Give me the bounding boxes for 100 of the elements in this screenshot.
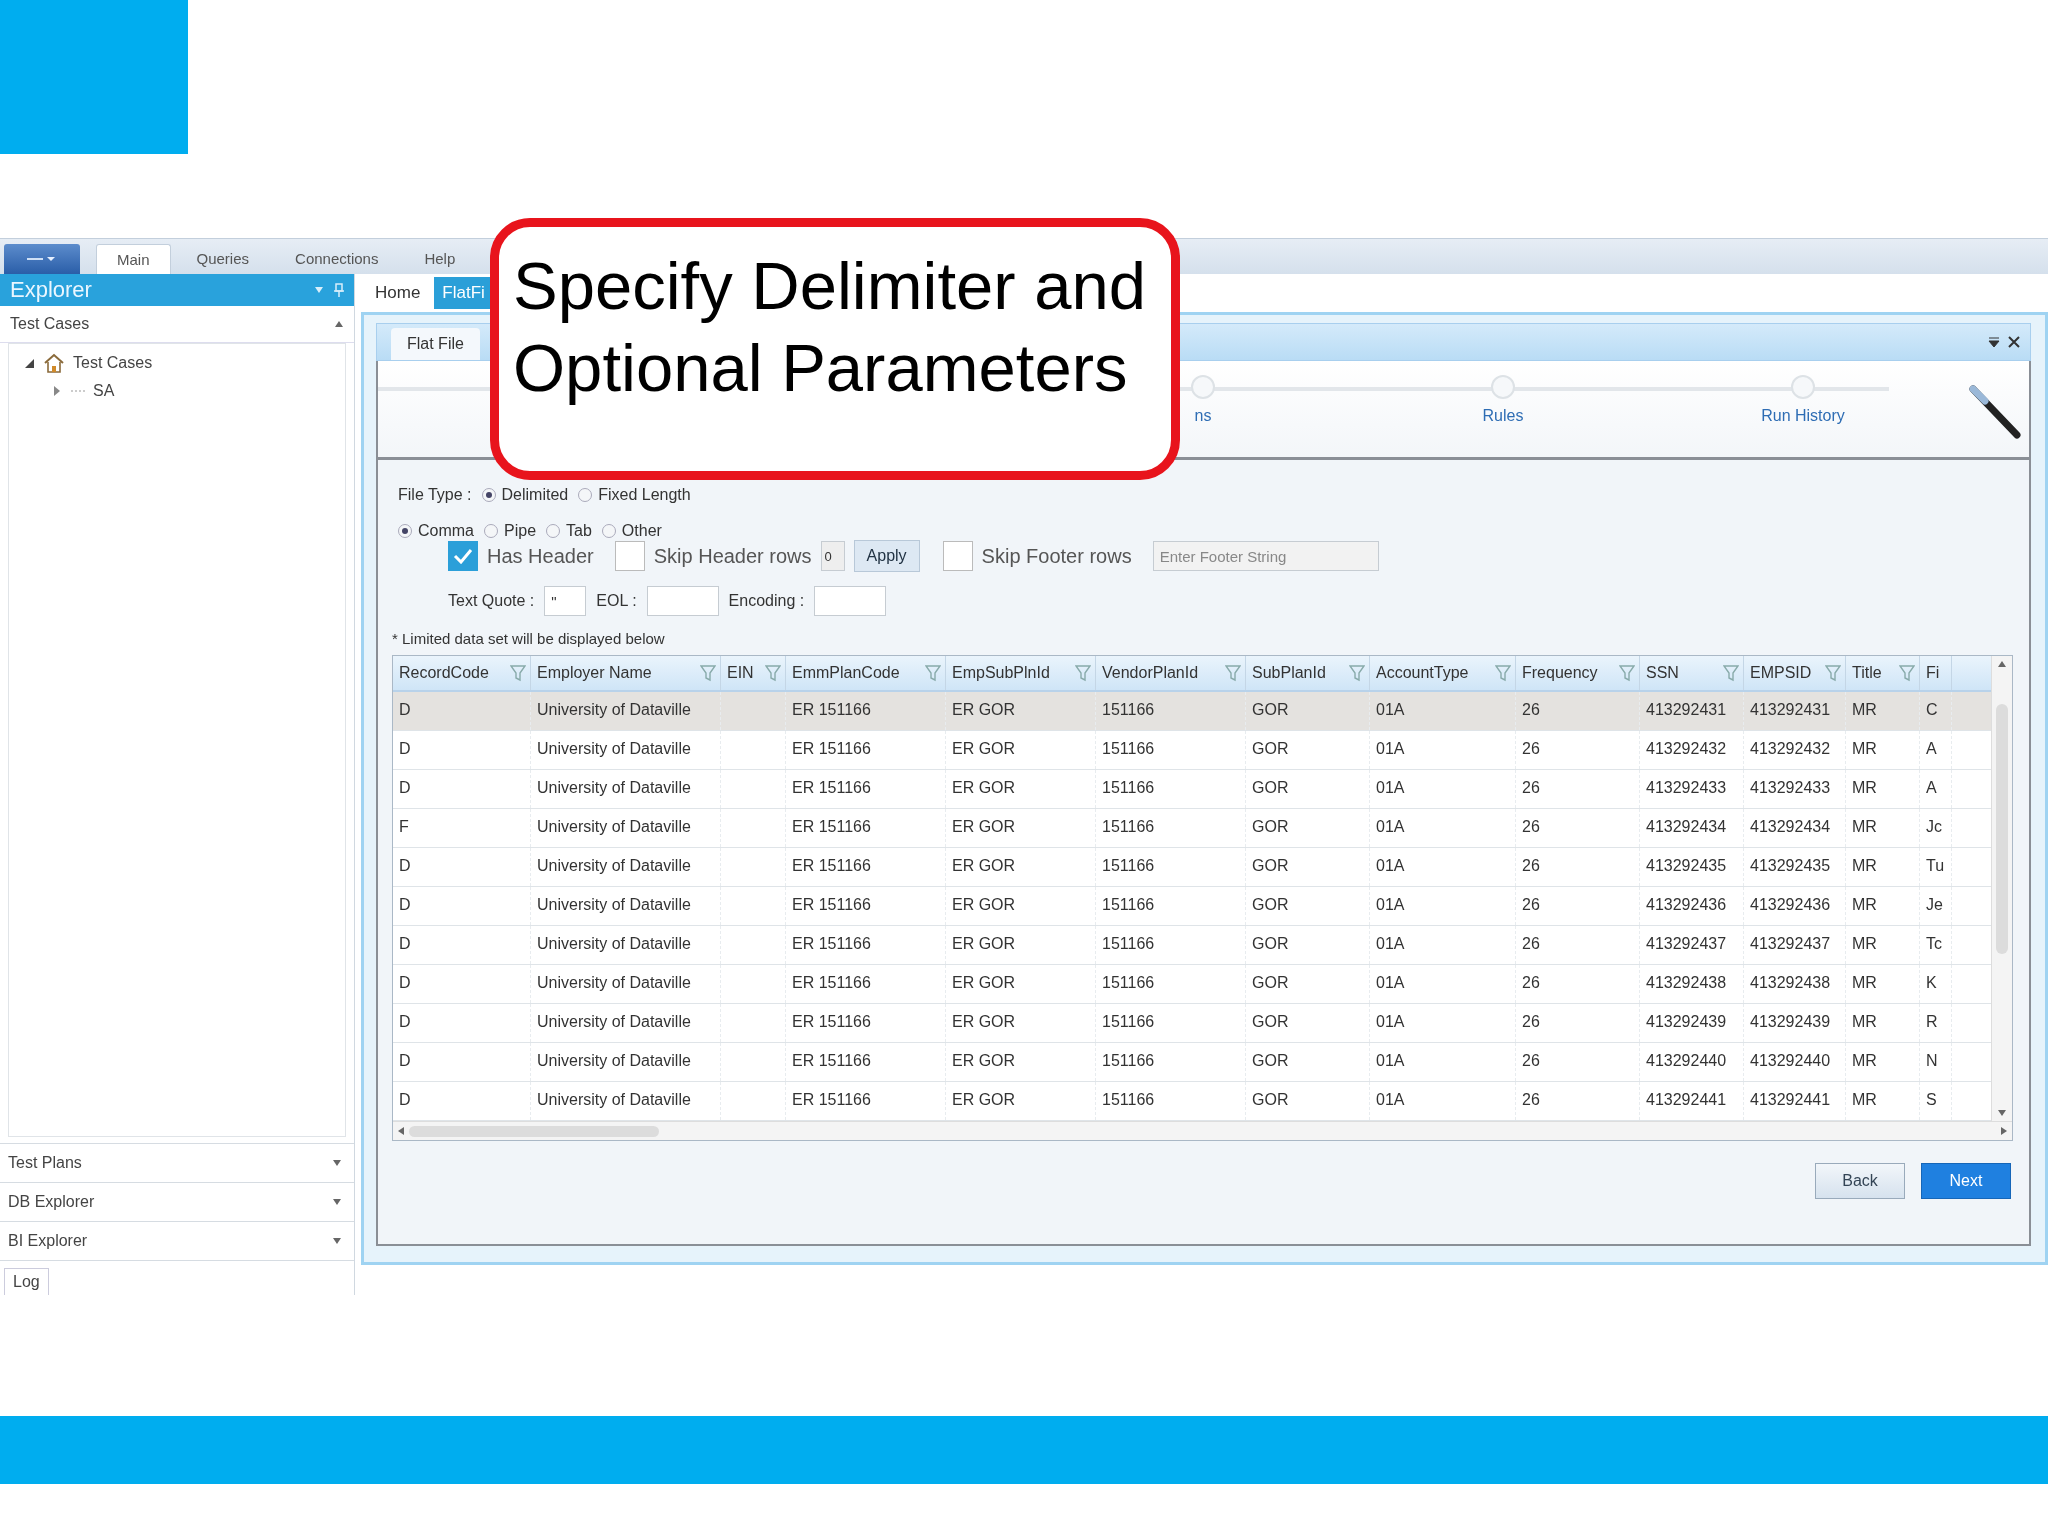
menu-icon: [27, 254, 57, 264]
column-header[interactable]: Title: [1846, 656, 1920, 690]
encoding-field[interactable]: [814, 586, 887, 616]
filter-icon[interactable]: [1825, 664, 1841, 682]
radio-button[interactable]: [398, 524, 412, 538]
filter-icon[interactable]: [925, 664, 941, 682]
column-header[interactable]: EmmPlanCode: [786, 656, 946, 690]
apply-button[interactable]: Apply: [853, 540, 920, 572]
filter-icon[interactable]: [1723, 664, 1739, 682]
radio-button[interactable]: [546, 524, 561, 538]
radio-label[interactable]: Comma: [418, 522, 474, 540]
radio-button[interactable]: [601, 524, 616, 538]
filter-icon[interactable]: [1075, 664, 1091, 682]
table-cell: D: [399, 1013, 411, 1030]
back-button[interactable]: Back: [1815, 1163, 1905, 1199]
radio-label[interactable]: Other: [621, 522, 662, 540]
table-cell: 413292434: [1750, 818, 1831, 835]
menu-tab[interactable]: Queries: [176, 244, 270, 274]
radio-label[interactable]: Pipe: [504, 522, 537, 540]
table-cell: C: [1926, 701, 1938, 718]
scroll-down-icon[interactable]: [1997, 1109, 2007, 1117]
application-menu-button[interactable]: [4, 244, 80, 274]
filter-icon[interactable]: [765, 664, 781, 682]
filter-icon[interactable]: [1899, 664, 1915, 682]
radio-label[interactable]: Fixed Length: [598, 486, 691, 504]
scroll-left-icon[interactable]: [397, 1126, 405, 1136]
filter-icon[interactable]: [1495, 664, 1511, 682]
close-icon[interactable]: [2008, 336, 2020, 348]
filter-icon[interactable]: [1349, 664, 1365, 682]
menu-tab[interactable]: Main: [96, 244, 171, 274]
radio-button[interactable]: [578, 488, 593, 502]
checkbox[interactable]: [448, 541, 478, 571]
step-label[interactable]: Run History: [1761, 407, 1845, 425]
step-label[interactable]: ns: [1194, 407, 1212, 425]
scroll-up-icon[interactable]: [1997, 660, 2007, 668]
table-row[interactable]: D University of Dataville ER 151166 ER GOR 151166 GOR 01A 26 413292433 413292433 MR A: [393, 770, 1991, 809]
log-tab[interactable]: Log: [4, 1268, 49, 1295]
table-cell: 26: [1522, 779, 1540, 796]
table-cell: University of Dataville: [537, 974, 691, 991]
dropdown-icon: [332, 1159, 342, 1167]
scroll-right-icon[interactable]: [2000, 1126, 2008, 1136]
column-header[interactable]: EIN: [721, 656, 786, 690]
eol-field[interactable]: [646, 586, 719, 616]
table-cell: 413292431: [1750, 701, 1831, 718]
column-header[interactable]: EMPSID: [1744, 656, 1846, 690]
column-header[interactable]: Frequency: [1516, 656, 1640, 690]
table-cell: Jc: [1926, 818, 1942, 835]
radio-label[interactable]: Tab: [566, 522, 592, 540]
collapse-icon[interactable]: [334, 320, 344, 328]
table-row[interactable]: D University of Dataville ER 151166 ER GOR 151166 GOR 01A 26 413292436 413292436 MR Je: [393, 887, 1991, 926]
table-row[interactable]: D University of Dataville ER 151166 ER GOR 151166 GOR 01A 26 413292435 413292435 MR Tu: [393, 848, 1991, 887]
step-label[interactable]: Rules: [1482, 407, 1524, 425]
column-header[interactable]: SSN: [1640, 656, 1744, 690]
next-button[interactable]: Next: [1921, 1163, 2011, 1199]
table-cell: 413292440: [1646, 1052, 1727, 1069]
filter-icon[interactable]: [700, 664, 716, 682]
footer-string-field[interactable]: Enter Footer String: [1152, 541, 1379, 571]
filter-icon[interactable]: [510, 664, 526, 682]
text-quote-field[interactable]: ": [544, 586, 587, 616]
radio-button[interactable]: [484, 524, 498, 538]
expanded-arrow-icon[interactable]: [23, 357, 35, 369]
radio-label[interactable]: Delimited: [501, 486, 569, 504]
panel-tab[interactable]: Flat File: [391, 328, 480, 360]
checkbox[interactable]: [942, 541, 973, 571]
column-header[interactable]: RecordCode: [393, 656, 531, 690]
table-row[interactable]: D University of Dataville ER 151166 ER GOR 151166 GOR 01A 26 413292440 413292440 MR N: [393, 1043, 1991, 1082]
filter-icon[interactable]: [1225, 664, 1241, 682]
table-row[interactable]: D University of Dataville ER 151166 ER GOR 151166 GOR 01A 26 413292439 413292439 MR R: [393, 1004, 1991, 1043]
panel-header[interactable]: DB Explorer: [0, 1182, 354, 1221]
scroll-thumb[interactable]: [409, 1125, 659, 1137]
document-tab[interactable]: Home: [367, 277, 429, 309]
table-row[interactable]: D University of Dataville ER 151166 ER GOR 151166 GOR 01A 26 413292438 413292438 MR K: [393, 965, 1991, 1004]
table-row[interactable]: D University of Dataville ER 151166 ER GOR 151166 GOR 01A 26 413292431 413292431 MR C: [393, 692, 1991, 731]
table-row[interactable]: D University of Dataville ER 151166 ER GOR 151166 GOR 01A 26 413292432 413292432 MR A: [393, 731, 1991, 770]
panel-header[interactable]: BI Explorer: [0, 1221, 354, 1260]
column-header[interactable]: EmpSubPlnId: [946, 656, 1096, 690]
tree-item[interactable]: SA: [93, 382, 115, 400]
filter-icon[interactable]: [1619, 664, 1635, 682]
menu-tab[interactable]: Help: [404, 244, 476, 274]
panel-header[interactable]: Test Plans: [0, 1143, 354, 1182]
menu-tab[interactable]: Connections: [275, 244, 399, 274]
table-cell: ER GOR: [952, 974, 1016, 991]
table-cell: University of Dataville: [537, 779, 691, 796]
tree-item[interactable]: Test Cases: [73, 354, 153, 372]
column-header[interactable]: VendorPlanId: [1096, 656, 1246, 690]
column-header[interactable]: AccountType: [1370, 656, 1516, 690]
checkbox[interactable]: [614, 541, 645, 571]
column-header[interactable]: Fi: [1920, 656, 1952, 690]
table-cell: University of Dataville: [537, 1091, 691, 1108]
number-field[interactable]: 0: [820, 541, 845, 571]
radio-button[interactable]: [481, 488, 496, 502]
table-cell: 26: [1522, 701, 1540, 718]
table-cell: 413292435: [1646, 857, 1727, 874]
column-header[interactable]: Employer Name: [531, 656, 721, 690]
scroll-thumb[interactable]: [1996, 703, 2008, 954]
dropdown-icon[interactable]: [1988, 336, 2000, 348]
column-header[interactable]: SubPlanId: [1246, 656, 1370, 690]
table-row[interactable]: D University of Dataville ER 151166 ER GOR 151166 GOR 01A 26 413292437 413292437 MR Tc: [393, 926, 1991, 965]
pin-icon[interactable]: [334, 283, 344, 297]
table-row[interactable]: F University of Dataville ER 151166 ER GOR 151166 GOR 01A 26 413292434 413292434 MR Jc: [393, 809, 1991, 848]
